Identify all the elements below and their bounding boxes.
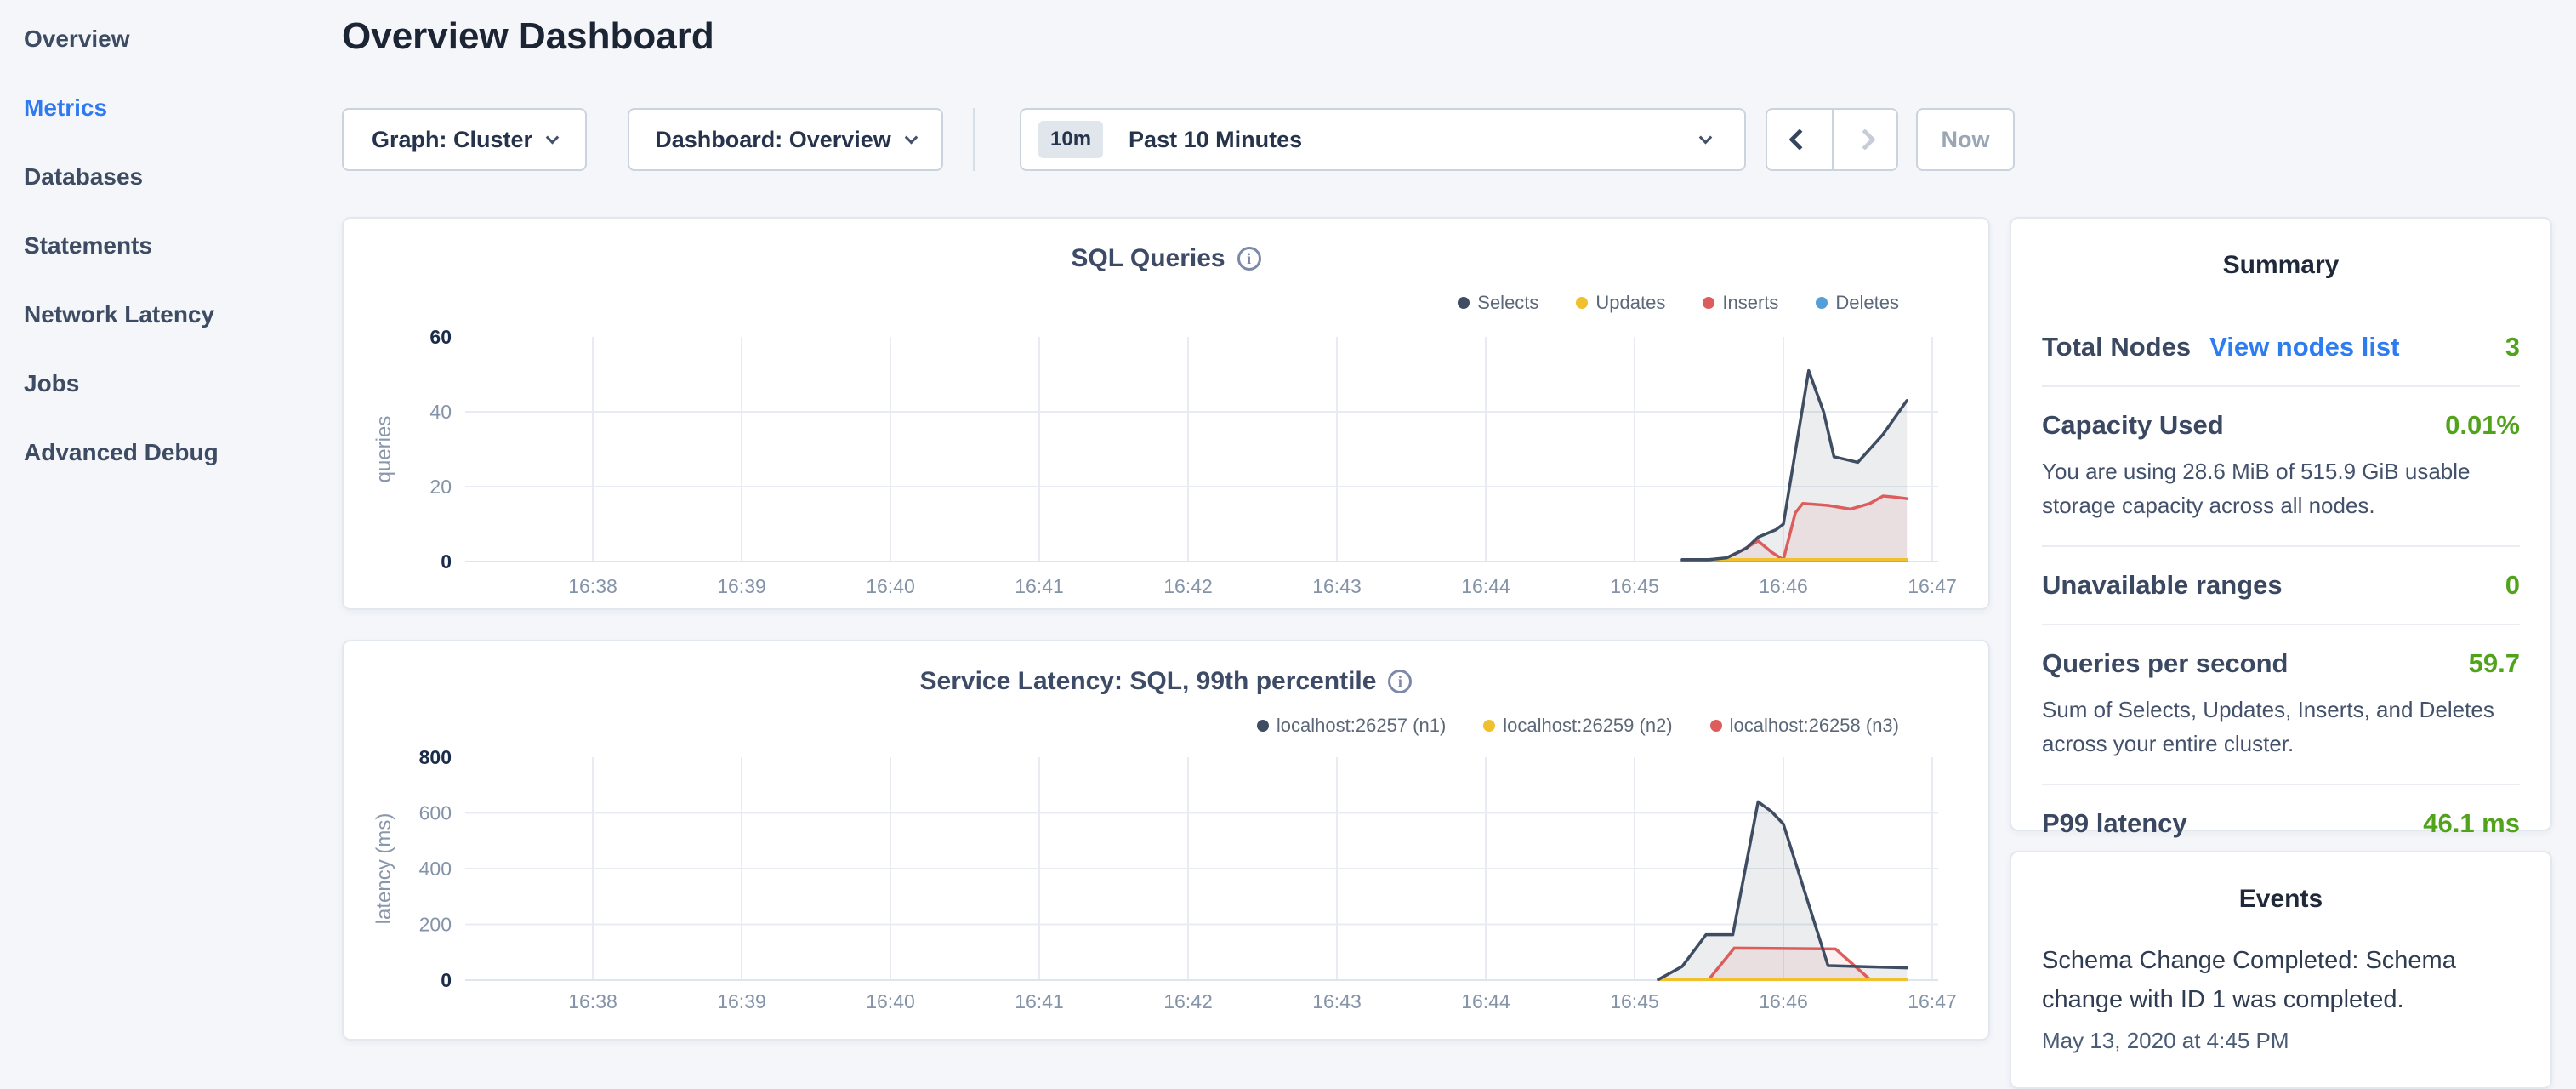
svg-text:16:41: 16:41 [1015, 990, 1064, 1012]
summary-row-name: Total Nodes [2042, 332, 2191, 362]
svg-text:16:47: 16:47 [1908, 575, 1957, 597]
sidebar-item-jobs[interactable]: Jobs [24, 370, 342, 439]
svg-text:16:45: 16:45 [1610, 575, 1659, 597]
event-timestamp: May 13, 2020 at 4:45 PM [2042, 1028, 2520, 1054]
svg-text:0: 0 [441, 969, 452, 991]
svg-text:800: 800 [419, 746, 452, 768]
summary-row-description: Sum of Selects, Updates, Inserts, and De… [2042, 693, 2520, 761]
svg-text:600: 600 [419, 802, 452, 824]
svg-text:60: 60 [429, 326, 452, 348]
sidebar-item-metrics[interactable]: Metrics [24, 94, 342, 163]
summary-row-name: Queries per second [2042, 648, 2288, 679]
svg-text:16:47: 16:47 [1908, 990, 1957, 1012]
svg-text:16:40: 16:40 [866, 575, 915, 597]
summary-row-name: P99 latency [2042, 808, 2187, 839]
svg-text:16:42: 16:42 [1163, 990, 1213, 1012]
svg-text:16:43: 16:43 [1312, 990, 1362, 1012]
svg-text:16:43: 16:43 [1312, 575, 1362, 597]
service-latency-plot: 16:38 16:39 16:40 16:41 16:42 16:43 16:44 16:45… [344, 641, 1992, 1042]
chevron-down-icon [546, 130, 560, 144]
summary-row-value: 59.7 [2469, 648, 2520, 679]
chevron-left-icon [1788, 128, 1810, 150]
summary-row-unavailable-ranges: Unavailable ranges 0 [2042, 545, 2520, 624]
events-panel: Events Schema Change Completed: Schema c… [2010, 851, 2552, 1089]
summary-row-description: You are using 28.6 MiB of 515.9 GiB usab… [2042, 454, 2520, 522]
summary-row-capacity-used: Capacity Used 0.01% You are using 28.6 MiB… [2042, 385, 2520, 545]
summary-row-value: 0 [2505, 570, 2520, 601]
svg-text:16:41: 16:41 [1015, 575, 1064, 597]
dashboard-dropdown[interactable]: Dashboard: Overview [628, 108, 943, 171]
time-range-label: Past 10 Minutes [1129, 127, 1302, 153]
svg-text:16:46: 16:46 [1759, 575, 1808, 597]
svg-text:20: 20 [429, 476, 452, 498]
svg-text:16:46: 16:46 [1759, 990, 1808, 1012]
event-text: Schema Change Completed: Schema change w… [2042, 941, 2520, 1019]
sidebar: OverviewMetricsDatabasesStatementsNetwor… [0, 0, 342, 1052]
summary-row-value: 0.01% [2445, 410, 2520, 441]
time-prev-button[interactable] [1767, 110, 1832, 169]
summary-heading: Summary [2011, 251, 2550, 280]
summary-panel: Summary Total Nodes View nodes list 3 Capac… [2010, 217, 2552, 831]
sidebar-item-overview[interactable]: Overview [24, 26, 342, 94]
summary-row-name: Unavailable ranges [2042, 570, 2283, 601]
time-step-button-group [1766, 108, 1898, 171]
svg-text:400: 400 [419, 858, 452, 880]
summary-row-total-nodes: Total Nodes View nodes list 3 [2042, 309, 2520, 385]
svg-text:16:39: 16:39 [717, 575, 766, 597]
sidebar-item-network-latency[interactable]: Network Latency [24, 301, 342, 370]
svg-text:16:38: 16:38 [568, 575, 617, 597]
svg-text:queries: queries [372, 416, 395, 483]
svg-text:16:38: 16:38 [568, 990, 617, 1012]
svg-text:16:45: 16:45 [1610, 990, 1659, 1012]
view-nodes-list-link[interactable]: View nodes list [2209, 332, 2399, 362]
svg-text:16:42: 16:42 [1163, 575, 1213, 597]
svg-text:16:44: 16:44 [1461, 990, 1510, 1012]
graph-dropdown[interactable]: Graph: Cluster [342, 108, 587, 171]
sidebar-item-databases[interactable]: Databases [24, 163, 342, 232]
summary-row-value: 46.1 ms [2423, 808, 2520, 839]
now-button[interactable]: Now [1916, 108, 2015, 171]
svg-text:16:40: 16:40 [866, 990, 915, 1012]
sidebar-item-advanced-debug[interactable]: Advanced Debug [24, 439, 342, 508]
svg-text:0: 0 [441, 550, 452, 573]
sql-queries-plot: 16:38 16:39 16:40 16:41 16:42 16:43 16:44 16:45… [344, 219, 1992, 612]
graph-dropdown-label: Graph: Cluster [372, 127, 532, 153]
summary-row-name: Capacity Used [2042, 410, 2224, 441]
time-next-button[interactable] [1832, 110, 1896, 169]
controls-bar: Graph: Cluster Dashboard: Overview 10m P… [342, 108, 2015, 171]
chevron-down-icon [1699, 130, 1713, 144]
svg-text:16:39: 16:39 [717, 990, 766, 1012]
svg-text:16:44: 16:44 [1461, 575, 1510, 597]
event-item[interactable]: Schema Change Completed: Schema change w… [2042, 941, 2520, 1054]
divider [973, 108, 975, 171]
dashboard-dropdown-label: Dashboard: Overview [655, 127, 891, 153]
page-title: Overview Dashboard [342, 15, 714, 58]
svg-text:200: 200 [419, 914, 452, 936]
svg-text:latency (ms): latency (ms) [372, 813, 395, 925]
summary-row-value: 3 [2505, 332, 2520, 362]
summary-row-queries-per-second: Queries per second 59.7 Sum of Selects, Up… [2042, 624, 2520, 784]
sidebar-item-statements[interactable]: Statements [24, 232, 342, 301]
sql-queries-chart-card: SQL Queries i SelectsUpdatesInsertsDelet… [342, 217, 1990, 610]
events-heading: Events [2011, 885, 2550, 914]
time-range-dropdown[interactable]: 10m Past 10 Minutes [1020, 108, 1746, 171]
time-range-badge: 10m [1038, 121, 1103, 158]
svg-text:40: 40 [429, 401, 452, 423]
chevron-down-icon [905, 130, 918, 144]
service-latency-chart-card: Service Latency: SQL, 99th percentile i … [342, 640, 1990, 1041]
chevron-right-icon [1854, 128, 1875, 150]
